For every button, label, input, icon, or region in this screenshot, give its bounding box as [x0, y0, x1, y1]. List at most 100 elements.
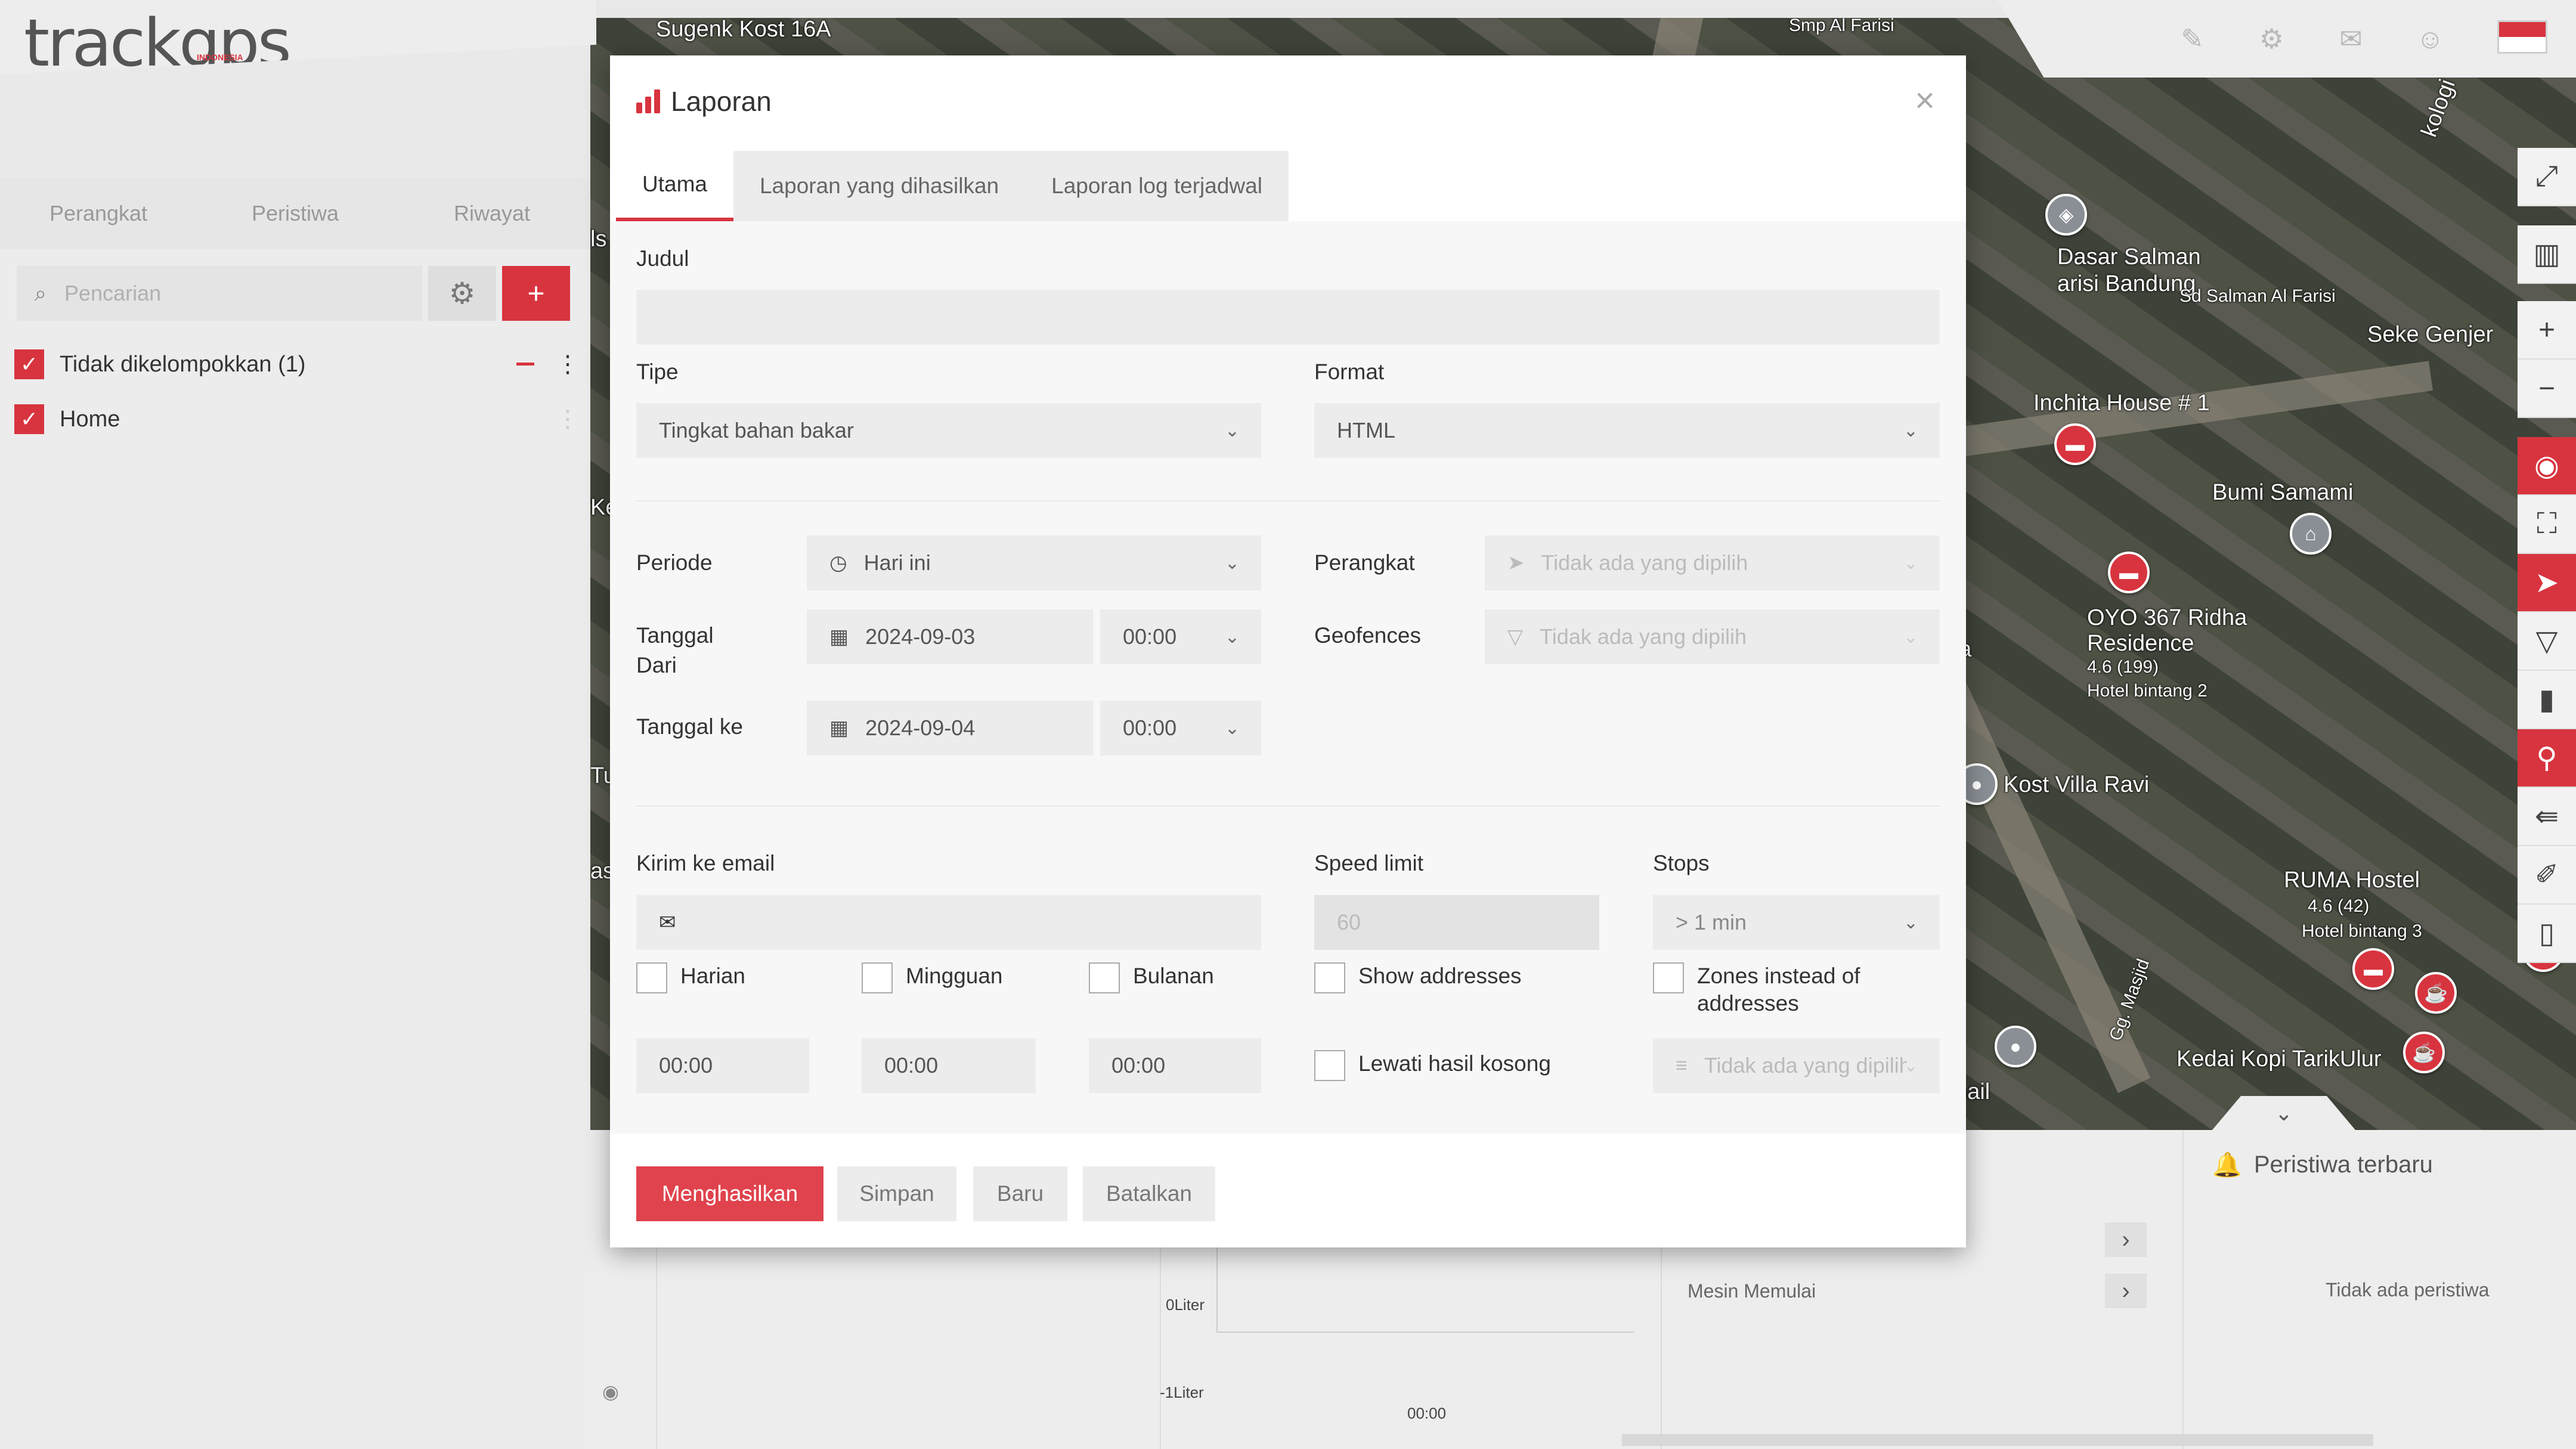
chevron-down-icon: ⌄: [1224, 553, 1240, 573]
route-icon[interactable]: ⇚: [2518, 788, 2576, 846]
tab-perangkat[interactable]: Perangkat: [0, 178, 197, 249]
tab-riwayat[interactable]: Riwayat: [394, 178, 590, 249]
map-label: kologi: [2416, 76, 2460, 141]
map-label: ls: [590, 227, 607, 252]
device-checkbox[interactable]: ✓: [14, 404, 44, 434]
eye-icon[interactable]: ◉: [602, 1380, 619, 1403]
add-device-button[interactable]: +: [502, 266, 570, 321]
bulanan-time-input[interactable]: 00:00: [1089, 1038, 1261, 1093]
chat-icon[interactable]: ✉: [2311, 18, 2391, 60]
lock-icon[interactable]: ▮: [2518, 671, 2576, 729]
harian-time-input[interactable]: 00:00: [636, 1038, 809, 1093]
bulanan-label: Bulanan: [1133, 964, 1214, 988]
tab-laporan-log[interactable]: Laporan log terjadwal: [1025, 151, 1289, 221]
show-addresses-checkbox[interactable]: Show addresses: [1314, 962, 1522, 993]
gear-icon[interactable]: ⚙: [2232, 18, 2311, 60]
zones-instead-label: Zones instead of addresses: [1697, 964, 1860, 1015]
more-vertical-icon[interactable]: ⋮: [556, 405, 580, 433]
speed-limit-input[interactable]: 60: [1314, 895, 1599, 950]
map-layers-icon[interactable]: ▥: [2518, 225, 2576, 284]
mingguan-checkbox[interactable]: Mingguan: [862, 962, 1003, 993]
email-input[interactable]: ✉: [636, 895, 1261, 950]
zones-select[interactable]: ≡ Tidak ada yang dipilih ⌄: [1653, 1038, 1940, 1093]
tab-laporan-dihasilkan[interactable]: Laporan yang dihasilkan: [733, 151, 1026, 221]
pen-icon[interactable]: ✐: [2518, 846, 2576, 905]
map-label: Kedai Kopi TarikUlur: [2176, 1046, 2382, 1072]
poi-marker-icon[interactable]: ⚲: [2518, 729, 2576, 788]
tanggal-dari-time-select[interactable]: 00:00 ⌄: [1100, 609, 1261, 664]
event-row[interactable]: Mesin Memulai: [1664, 1267, 2153, 1315]
search-input[interactable]: ⌕ Pencarian: [17, 266, 422, 321]
chevron-right-icon[interactable]: ›: [2105, 1222, 2147, 1257]
generate-button[interactable]: Menghasilkan: [636, 1166, 823, 1221]
modal-body: Judul Tipe Tingkat bahan bakar ⌄ Format …: [610, 221, 1966, 1134]
fit-bounds-icon[interactable]: ⛶: [2518, 496, 2576, 554]
device-icon[interactable]: ◉: [2518, 437, 2576, 496]
chevron-right-icon[interactable]: ›: [2105, 1274, 2147, 1308]
judul-input[interactable]: [636, 290, 1940, 345]
map-label: Smp Al Farisi: [1789, 16, 1894, 35]
cafe-marker-icon[interactable]: ☕: [2403, 1032, 2445, 1073]
new-button[interactable]: Baru: [973, 1166, 1067, 1221]
wrench-icon[interactable]: ✎: [2153, 18, 2232, 60]
more-vertical-icon[interactable]: ⋮: [556, 351, 580, 378]
plus-icon: +: [527, 277, 545, 310]
bulanan-checkbox[interactable]: Bulanan: [1089, 962, 1214, 993]
traffic-light-icon[interactable]: ▯: [2518, 905, 2576, 963]
zoom-in-icon[interactable]: +: [2518, 301, 2576, 360]
cafe-marker-icon[interactable]: ☕: [2415, 972, 2457, 1014]
stops-select[interactable]: > 1 min ⌄: [1653, 895, 1940, 950]
cancel-button[interactable]: Batalkan: [1083, 1166, 1215, 1221]
settings-button[interactable]: ⚙: [428, 266, 496, 321]
fuel-chart: [1216, 1237, 1634, 1333]
group-checkbox[interactable]: ✓: [14, 349, 44, 379]
map-marker[interactable]: ⌂: [2290, 513, 2332, 555]
mingguan-time-input[interactable]: 00:00: [862, 1038, 1036, 1093]
map-label: Hotel bintang 2: [2087, 681, 2207, 701]
chevron-down-icon: ⌄: [1224, 420, 1240, 441]
map-label: Inchita House # 1: [2033, 391, 2210, 416]
modal-title-text: Laporan: [671, 86, 772, 117]
group-row[interactable]: ✓ Tidak dikelompokkan (1): [14, 349, 306, 379]
device-label: Home: [60, 406, 120, 432]
zones-instead-checkbox[interactable]: Zones instead of addresses: [1653, 962, 1903, 1017]
tanggal-ke-date-input[interactable]: ▦ 2024-09-04: [807, 701, 1093, 756]
y-tick-label: -1Liter: [1160, 1383, 1204, 1401]
report-modal: Laporan × Utama Laporan yang dihasilkan …: [610, 55, 1966, 1247]
save-button[interactable]: Simpan: [837, 1166, 956, 1221]
perangkat-select[interactable]: ➤ Tidak ada yang dipilih ⌄: [1485, 535, 1940, 590]
hotel-marker-icon[interactable]: ▬: [2108, 552, 2150, 593]
map-marker[interactable]: ●: [1995, 1026, 2036, 1067]
hotel-marker-icon[interactable]: ▬: [2352, 948, 2394, 990]
skip-empty-checkbox[interactable]: Lewati hasil kosong: [1314, 1050, 1551, 1081]
harian-label: Harian: [680, 964, 745, 988]
close-icon[interactable]: ×: [1915, 80, 1935, 120]
perangkat-placeholder: Tidak ada yang dipilih: [1541, 550, 1748, 575]
tab-utama[interactable]: Utama: [616, 151, 733, 221]
zoom-out-icon[interactable]: −: [2518, 360, 2576, 418]
stops-label: Stops: [1653, 851, 1710, 875]
fullscreen-icon[interactable]: ⤢: [2518, 148, 2576, 206]
map-label: arisi Bandung: [2057, 271, 2196, 296]
scrollbar[interactable]: [1622, 1434, 2373, 1446]
tipe-select[interactable]: Tingkat bahan bakar ⌄: [636, 403, 1261, 458]
map-label: Hotel bintang 3: [2302, 921, 2422, 941]
app-logo-sub: INDONESIA: [197, 52, 243, 62]
geofence-icon[interactable]: ▽: [2518, 612, 2576, 671]
format-select[interactable]: HTML ⌄: [1314, 403, 1940, 458]
user-icon[interactable]: ☺: [2391, 18, 2470, 60]
hotel-marker-icon[interactable]: ▬: [2054, 423, 2096, 465]
chevron-down-icon: ⌄: [1903, 627, 1918, 647]
periode-value: Hari ini: [863, 550, 931, 575]
geofences-select[interactable]: ▽ Tidak ada yang dipilih ⌄: [1485, 609, 1940, 664]
tanggal-ke-time-select[interactable]: 00:00 ⌄: [1100, 701, 1261, 756]
tanggal-dari-date-input[interactable]: ▦ 2024-09-03: [807, 609, 1093, 664]
map-marker[interactable]: ◈: [2045, 194, 2087, 236]
navigation-icon[interactable]: ➤: [2518, 554, 2576, 612]
device-row[interactable]: ✓ Home: [14, 404, 120, 434]
collapse-icon[interactable]: [516, 363, 534, 366]
periode-select[interactable]: ◷ Hari ini ⌄: [807, 535, 1261, 590]
tab-peristiwa[interactable]: Peristiwa: [197, 178, 394, 249]
harian-checkbox[interactable]: Harian: [636, 962, 745, 993]
language-flag-icon[interactable]: [2497, 20, 2547, 54]
